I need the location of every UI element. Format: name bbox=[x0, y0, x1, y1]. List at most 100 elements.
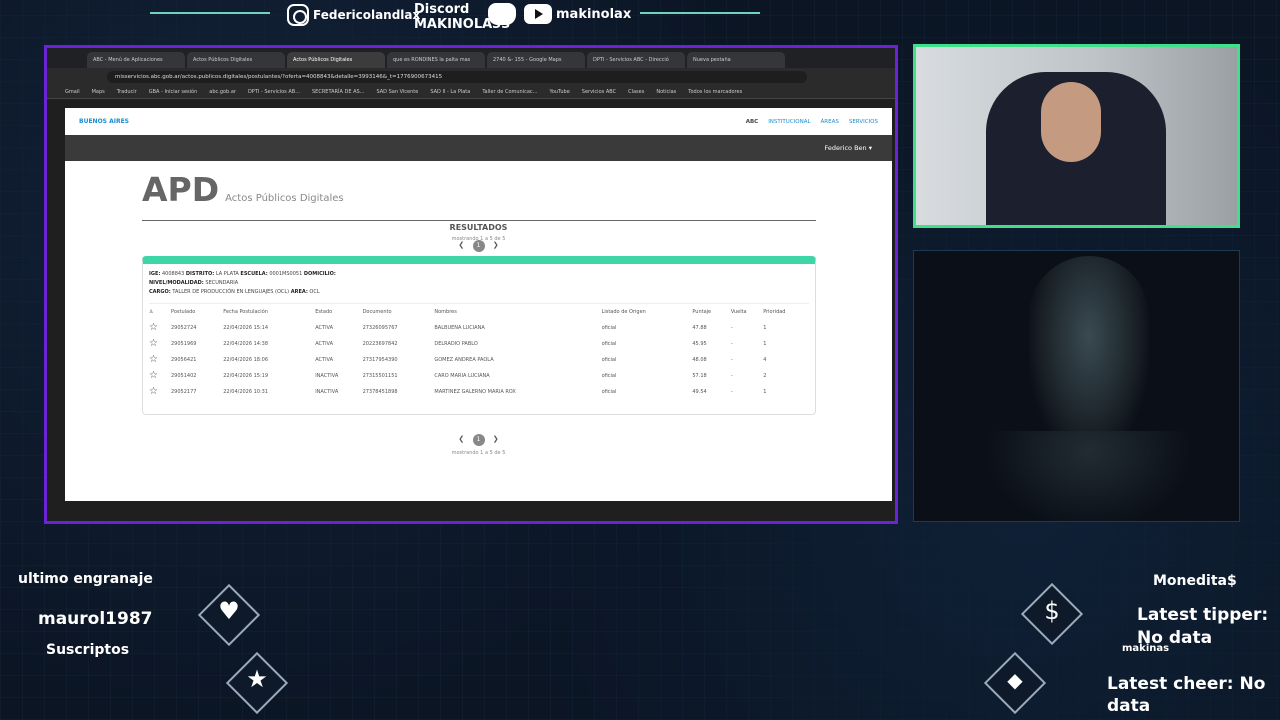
col-postulado: Postulado bbox=[171, 303, 224, 320]
bookmark[interactable]: Maps bbox=[92, 89, 105, 95]
top-overlay: Federicolandlax Discord MAKINOLA33 makin… bbox=[0, 0, 1280, 38]
table-cell: 27317954390 bbox=[362, 356, 398, 363]
cargo-label: CARGO: bbox=[149, 289, 171, 295]
bookmarks-bar: Gmail Maps Traducir GBA - Iniciar sesión… bbox=[47, 85, 895, 99]
nav-servicios[interactable]: SERVICIOS bbox=[849, 119, 878, 125]
gear-label: ultimo engranaje bbox=[18, 571, 153, 587]
browser-tab[interactable]: que es RONDINES la palta mas bbox=[387, 52, 485, 68]
table-cell: 45.95 bbox=[692, 340, 707, 347]
table-cell: - bbox=[730, 340, 733, 347]
escuela-value: 0001MS0051 bbox=[269, 271, 303, 277]
table-cell: ACTIVA bbox=[315, 324, 334, 331]
table-cell: 1 bbox=[763, 340, 767, 347]
table-cell: oficial bbox=[601, 340, 617, 347]
youtube-icon bbox=[524, 4, 552, 24]
browser-tab[interactable]: Nueva pestaña bbox=[687, 52, 785, 68]
table-cell: oficial bbox=[601, 372, 617, 379]
browser-tab-active[interactable]: Actos Públicos Digitales bbox=[287, 52, 385, 68]
cheer-value: data bbox=[1107, 696, 1151, 716]
alien-head-image bbox=[1029, 256, 1149, 456]
bookmark[interactable]: SECRETARÍA DE AS... bbox=[312, 89, 364, 95]
offer-card: IGE: 4008843 DISTRITO: LA PLATA ESCUELA:… bbox=[142, 256, 816, 415]
domicilio-label: DOMICILIO: bbox=[303, 271, 336, 277]
deco-line bbox=[150, 12, 270, 14]
star-icon[interactable]: ☆ bbox=[149, 320, 171, 336]
bookmark[interactable]: GBA - Iniciar sesión bbox=[149, 89, 198, 95]
bookmark[interactable]: Servicios ABC bbox=[582, 89, 616, 95]
col-prioridad: Prioridad bbox=[763, 303, 809, 320]
area-label: AREA: bbox=[290, 289, 308, 295]
star-icon[interactable]: ☆ bbox=[149, 352, 171, 368]
user-menu[interactable]: Federico Ben bbox=[824, 144, 866, 152]
table-cell: - bbox=[730, 356, 733, 363]
nav-institucional[interactable]: INSTITUCIONAL bbox=[768, 119, 810, 125]
browser-tab[interactable]: ABC - Menú de Aplicaciones bbox=[87, 52, 185, 68]
web-page: BUENOS AIRES ABC INSTITUCIONAL ÁREAS SER… bbox=[65, 108, 892, 501]
prev-page-icon[interactable]: ❮ bbox=[458, 241, 464, 249]
prev-page-icon[interactable]: ❮ bbox=[458, 435, 464, 443]
table-cell: 22/04/2026 15:14 bbox=[223, 324, 269, 331]
next-page-icon[interactable]: ❯ bbox=[493, 241, 499, 249]
browser-tab[interactable]: Actos Públicos Digitales bbox=[187, 52, 285, 68]
table-cell: oficial bbox=[601, 388, 617, 395]
table-cell: ACTIVA bbox=[315, 340, 334, 347]
bookmark[interactable]: YouTube bbox=[549, 89, 569, 95]
next-page-icon[interactable]: ❯ bbox=[493, 435, 499, 443]
bookmark[interactable]: Gmail bbox=[65, 89, 80, 95]
table-row: ☆ 29056421 22/04/2026 18:06 ACTIVA 273179543… bbox=[149, 352, 809, 368]
table-cell: 4 bbox=[763, 356, 767, 363]
nav-areas[interactable]: ÁREAS bbox=[821, 119, 839, 125]
site-logo[interactable]: BUENOS AIRES bbox=[79, 118, 129, 125]
table-cell: 29051969 bbox=[171, 340, 197, 347]
browser-tab[interactable]: 2740 &- 155 - Google Maps bbox=[487, 52, 585, 68]
offer-info: IGE: 4008843 DISTRITO: LA PLATA ESCUELA:… bbox=[143, 264, 815, 303]
nav-abc[interactable]: ABC bbox=[746, 119, 759, 125]
nivel-label: NIVEL/MODALIDAD: bbox=[149, 280, 204, 286]
table-cell: 47.88 bbox=[692, 324, 707, 331]
ige-value: 4008843 bbox=[161, 271, 185, 277]
bookmark[interactable]: abc.gob.ar bbox=[209, 89, 236, 95]
star-icon[interactable]: ☆ bbox=[149, 368, 171, 384]
page-number[interactable]: 1 bbox=[472, 434, 485, 446]
bookmark[interactable]: Traducir bbox=[117, 89, 137, 95]
coins-label: Monedita$ bbox=[1153, 573, 1237, 589]
url-input[interactable]: misservicios.abc.gob.ar/actos.publicos.d… bbox=[107, 70, 807, 83]
table-cell: 2 bbox=[763, 372, 767, 379]
webcam-feed bbox=[913, 44, 1240, 228]
table-cell: ACTIVA bbox=[315, 356, 334, 363]
distrito-label: DISTRITO: bbox=[185, 271, 215, 277]
cheer-label: Latest cheer: No bbox=[1107, 674, 1266, 694]
table-cell: INACTIVA bbox=[315, 372, 339, 379]
bookmark[interactable]: Noticias bbox=[656, 89, 676, 95]
browser-tab[interactable]: DPTI - Servicios ABC - Direcció bbox=[587, 52, 685, 68]
table-cell: 48.08 bbox=[692, 356, 707, 363]
col-puntaje: Puntaje bbox=[692, 303, 731, 320]
table-cell: 1 bbox=[763, 324, 767, 331]
table-cell: 29052724 bbox=[171, 324, 197, 331]
table-cell: 57.18 bbox=[692, 372, 707, 379]
star-icon[interactable]: ☆ bbox=[149, 336, 171, 352]
instagram-icon bbox=[287, 4, 309, 26]
table-cell: BALBUENA LUCIANA bbox=[434, 324, 485, 331]
bookmark[interactable]: Todos los marcadores bbox=[688, 89, 742, 95]
browser-window: ABC - Menú de Aplicaciones Actos Público… bbox=[44, 45, 898, 524]
table-cell: 22/04/2026 18:06 bbox=[223, 356, 269, 363]
table-cell: 29051402 bbox=[171, 372, 197, 379]
pagination-top: ❮ 1 ❯ bbox=[65, 240, 892, 252]
bookmark[interactable]: SAD II - La Plata bbox=[430, 89, 470, 95]
bookmark[interactable]: Taller de Comunicac... bbox=[482, 89, 537, 95]
page-title: APD bbox=[142, 170, 220, 209]
makinas-label: makinas bbox=[1122, 643, 1170, 654]
star-icon[interactable]: ☆ bbox=[149, 384, 171, 400]
bookmark[interactable]: Clases bbox=[628, 89, 644, 95]
page-heading: APD Actos Públicos Digitales bbox=[142, 170, 344, 209]
table-cell: 1 bbox=[763, 388, 767, 395]
bookmark[interactable]: DPTI - Servicios AB... bbox=[248, 89, 300, 95]
tipper-label: Latest tipper: bbox=[1137, 605, 1269, 625]
table-cell: 29056421 bbox=[171, 356, 197, 363]
table-cell: - bbox=[730, 324, 733, 331]
page-number[interactable]: 1 bbox=[472, 240, 485, 252]
bookmark[interactable]: SAD San Vicente bbox=[376, 89, 418, 95]
deco-line bbox=[640, 12, 760, 14]
discord-icon bbox=[488, 3, 516, 25]
